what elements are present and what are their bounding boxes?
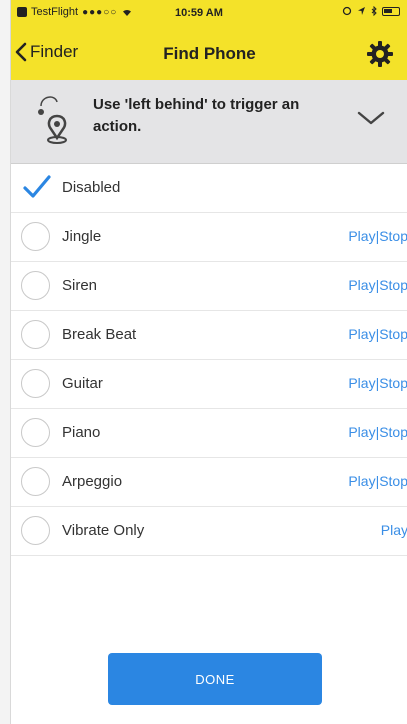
list-item[interactable]: Vibrate Only Play bbox=[11, 507, 407, 556]
chevron-down-icon[interactable] bbox=[356, 108, 386, 128]
page-title: Find Phone bbox=[163, 44, 256, 63]
item-label: Vibrate Only bbox=[62, 522, 145, 539]
bluetooth-icon bbox=[371, 6, 377, 16]
status-left: TestFlight ●●●○○ bbox=[17, 6, 133, 18]
status-right bbox=[342, 6, 400, 16]
radio-button[interactable] bbox=[21, 467, 50, 496]
carrier-label: TestFlight bbox=[31, 6, 79, 18]
status-bar: TestFlight ●●●○○ 10:59 AM bbox=[11, 0, 407, 26]
left-behind-banner[interactable]: Use 'left behind' to trigger an action. bbox=[11, 80, 407, 164]
list-item[interactable]: Piano Play|Stop bbox=[11, 409, 407, 458]
checkmark-icon[interactable] bbox=[23, 174, 51, 200]
testflight-icon bbox=[17, 7, 27, 17]
item-label: Jingle bbox=[62, 228, 102, 245]
radio-button[interactable] bbox=[21, 369, 50, 398]
location-pin-icon bbox=[38, 96, 67, 144]
play-stop-link[interactable]: Play|Stop bbox=[348, 424, 407, 440]
radio-button[interactable] bbox=[21, 222, 50, 251]
list-item[interactable]: Jingle Play|Stop bbox=[11, 213, 407, 262]
nav-bar: Finder Find Phone bbox=[11, 32, 407, 78]
radio-button[interactable] bbox=[21, 418, 50, 447]
done-button[interactable]: DONE bbox=[108, 653, 322, 705]
signal-icon: ●●●○○ bbox=[82, 6, 118, 18]
location-arrow-icon bbox=[358, 7, 365, 15]
list-item[interactable]: Arpeggio Play|Stop bbox=[11, 458, 407, 507]
play-stop-link[interactable]: Play|Stop bbox=[348, 277, 407, 293]
list-item[interactable]: Guitar Play|Stop bbox=[11, 360, 407, 409]
play-stop-link[interactable]: Play bbox=[381, 522, 407, 538]
item-label: Guitar bbox=[62, 375, 103, 392]
status-time: 10:59 AM bbox=[175, 7, 223, 19]
list-item[interactable]: Disabled bbox=[11, 164, 407, 213]
list-item[interactable]: Siren Play|Stop bbox=[11, 262, 407, 311]
item-label: Disabled bbox=[62, 179, 121, 196]
radio-button[interactable] bbox=[21, 320, 50, 349]
radio-button[interactable] bbox=[21, 516, 50, 545]
item-label: Arpeggio bbox=[62, 473, 123, 490]
sound-list: Disabled Jingle Play|Stop Siren Play|Stop Bre… bbox=[11, 164, 407, 556]
find-phone-screen: TestFlight ●●●○○ 10:59 AM Finder Find Ph… bbox=[10, 0, 407, 724]
gear-icon[interactable] bbox=[366, 40, 394, 68]
item-label: Break Beat bbox=[62, 326, 137, 343]
header: TestFlight ●●●○○ 10:59 AM Finder Find Ph… bbox=[11, 0, 407, 80]
play-stop-link[interactable]: Play|Stop bbox=[348, 228, 407, 244]
item-label: Siren bbox=[62, 277, 98, 294]
lock-rotation-icon bbox=[342, 6, 352, 16]
play-stop-link[interactable]: Play|Stop bbox=[348, 326, 407, 342]
battery-icon bbox=[382, 6, 400, 16]
list-item[interactable]: Break Beat Play|Stop bbox=[11, 311, 407, 360]
wifi-icon bbox=[123, 9, 132, 16]
radio-button[interactable] bbox=[21, 271, 50, 300]
banner-text: Use 'left behind' to trigger an action. bbox=[93, 96, 300, 135]
play-stop-link[interactable]: Play|Stop bbox=[348, 473, 407, 489]
item-label: Piano bbox=[62, 424, 101, 441]
play-stop-link[interactable]: Play|Stop bbox=[348, 375, 407, 391]
